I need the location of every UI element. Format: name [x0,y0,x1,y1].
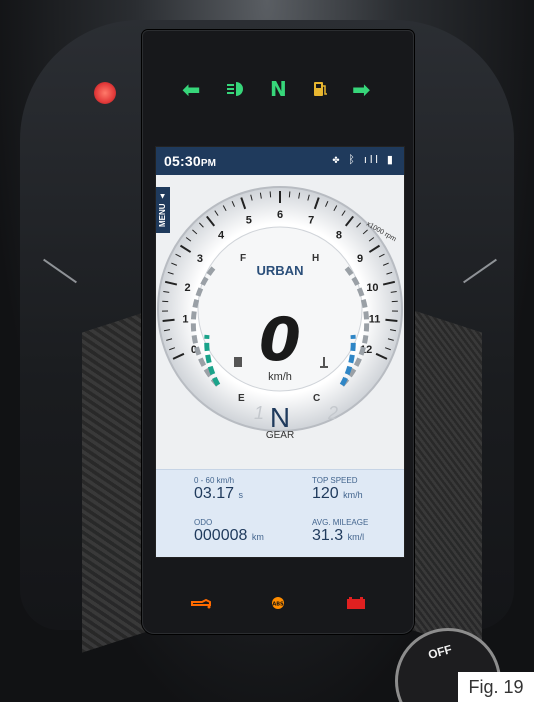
abs-amber-icon: ABS [268,596,288,610]
ride-mode: URBAN [256,263,304,278]
connectivity-icons: ✤ ᛒ ıll ▮ [332,154,396,166]
svg-text:ABS: ABS [272,602,284,608]
abs-warning-icon [94,82,116,104]
clock: 05:30PM [164,153,216,169]
stat-value: 03.17 s [194,485,304,503]
ignition-off-label: OFF [426,642,454,662]
rpm-tick [288,191,291,198]
stat-label: ODO [194,518,213,527]
engine-oil-icon [190,596,211,610]
clock-time: 05:30 [164,153,201,169]
neutral-indicator: N [270,77,287,101]
high-beam-icon [226,80,248,98]
stat-label: TOP SPEED [312,476,358,485]
speed-unit: km/h [268,371,292,383]
stat-unit: s [238,490,244,500]
stat-unit: km [251,532,264,542]
stat-odo: ODO 000008 km [194,518,304,545]
rpm-tick-label: 8 [336,229,342,241]
stat-avg-mileage: AVG. MILEAGE 31.3 km/l [312,518,404,545]
low-fuel-icon [312,80,328,98]
rpm-tick-label: 7 [308,214,314,226]
stat-label: AVG. MILEAGE [312,518,369,527]
rpm-tick-label: 2 [184,282,190,294]
stat-unit: km/h [343,490,363,500]
stat-label: 0 - 60 km/h [194,476,235,485]
carbon-panel-right [404,307,482,653]
trip-stats: 0 - 60 km/h 03.17 s TOP SPEED 120 km/h O… [156,469,404,557]
battery-icon [346,596,366,610]
stat-number: 03.17 [194,485,235,502]
gear-value: N [269,402,291,433]
stat-zero-sixty: 0 - 60 km/h 03.17 s [194,476,304,503]
gear-label: GEAR [265,430,295,441]
rpm-tick [269,191,272,198]
stat-value: 000008 km [194,527,304,545]
rpm-tick-label: 6 [277,209,283,221]
tft-display: 05:30PM ✤ ᛒ ıll ▮ MENU ▲ 0 1 2 3 4 5 6 7 8 9 10 11 1… [155,146,405,558]
figure-label: Fig. 19 [458,672,534,702]
rpm-tick-label: 10 [366,282,378,294]
stat-number: 31.3 [312,527,344,544]
rpm-tick-label: 5 [246,214,252,226]
motorcycle-cockpit: ⬅ N ➡ 05:30PM ✤ ᛒ ıll ▮ MENU ▲ 0 1 2 3 4… [0,0,534,702]
stat-unit: km/l [347,532,365,542]
rpm-tick-label: 4 [218,229,225,241]
stat-top-speed: TOP SPEED 120 km/h [312,476,404,503]
stat-value: 31.3 km/l [312,527,404,545]
right-indicator-icon: ➡ [352,78,371,103]
stat-value: 120 km/h [312,485,404,503]
gear-indicator: N GEAR [156,402,404,441]
left-indicator-icon: ⬅ [182,78,201,103]
clock-ampm: PM [200,158,217,169]
stat-number: 120 [312,485,339,502]
speed-readout: 0 [259,305,301,375]
status-bar: 05:30PM ✤ ᛒ ıll ▮ [156,147,404,175]
stat-number: 000008 [194,527,248,544]
